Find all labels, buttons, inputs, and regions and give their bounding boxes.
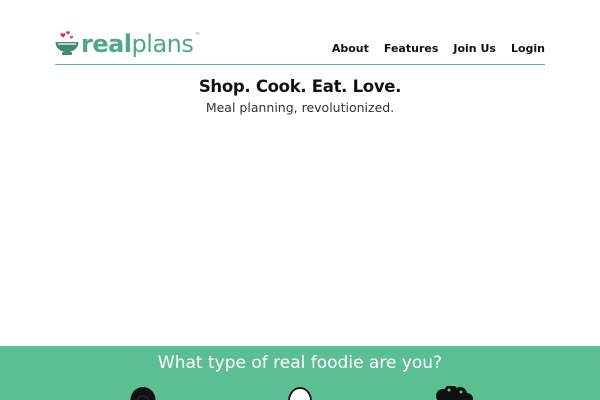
avocado-icon[interactable]: [128, 386, 158, 400]
broccoli-icon[interactable]: [434, 386, 474, 400]
foodie-section-title: What type of real foodie are you?: [157, 353, 443, 373]
nav-features-link[interactable]: Features: [384, 42, 438, 55]
nav-about-link[interactable]: About: [332, 42, 369, 55]
nav-login-link[interactable]: Login: [511, 42, 545, 55]
logo-real-text: real: [81, 30, 132, 58]
trademark-symbol: ™: [194, 32, 201, 39]
hero-title: Shop. Cook. Eat. Love.: [198, 77, 402, 96]
nav-join-us-link[interactable]: Join Us: [453, 42, 496, 55]
logo-wordmark: realplans: [81, 30, 194, 58]
foodie-section: What type of real foodie are you?: [0, 346, 600, 400]
site-header: realplans ™ About Features Join Us Login: [55, 22, 545, 65]
page: realplans ™ About Features Join Us Login…: [0, 0, 600, 400]
main-nav: About Features Join Us Login: [332, 42, 545, 55]
realplans-logo[interactable]: realplans ™: [55, 24, 200, 58]
logo-plans-text: plans: [131, 30, 194, 58]
bowl-hearts-icon: [55, 31, 79, 55]
egg-icon[interactable]: [286, 386, 314, 400]
hero-subtitle: Meal planning, revolutionized.: [205, 100, 395, 115]
